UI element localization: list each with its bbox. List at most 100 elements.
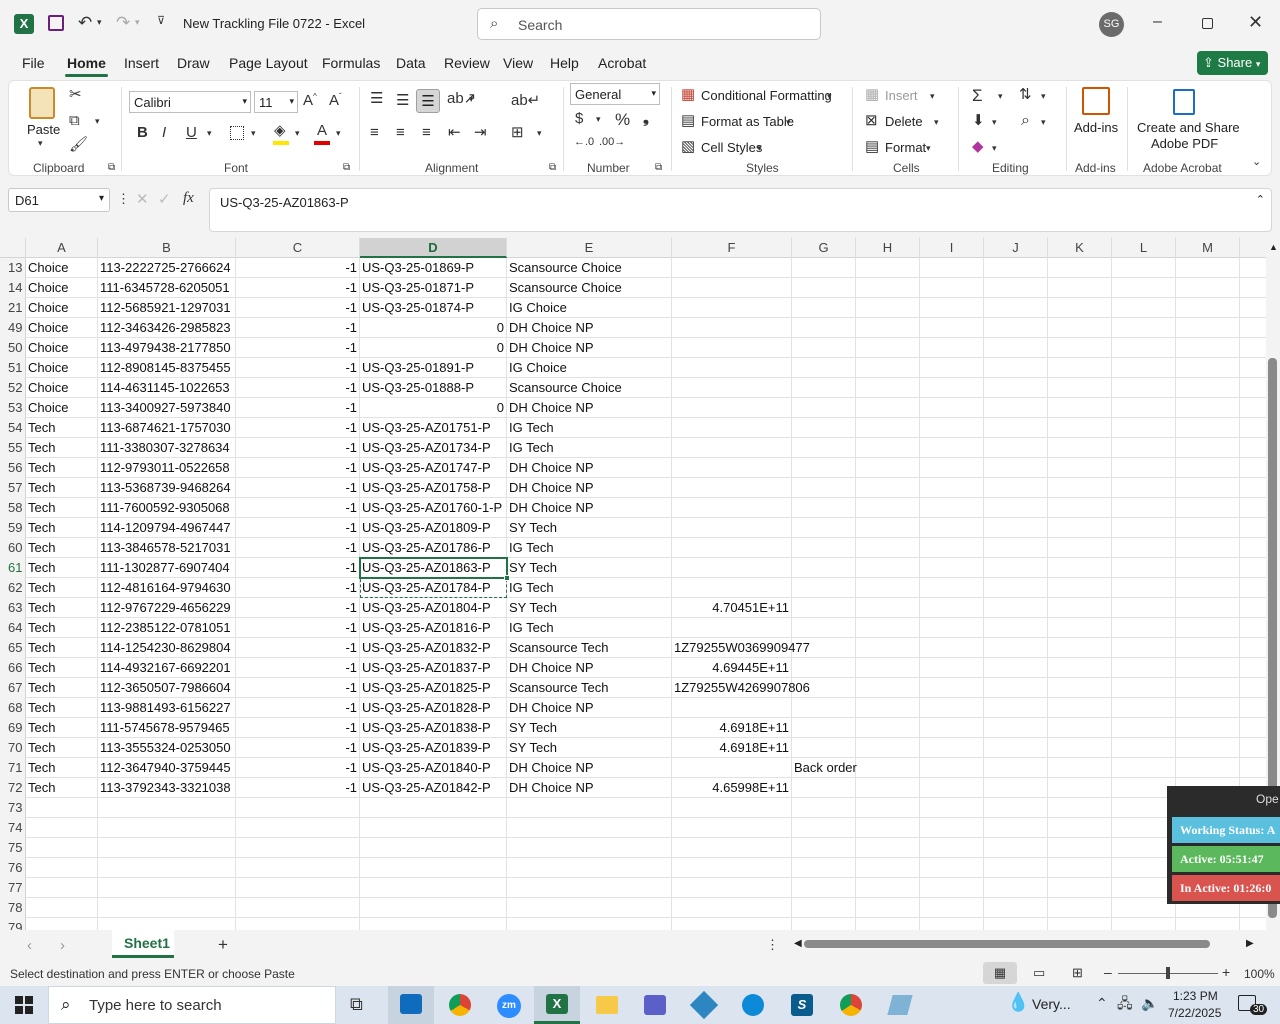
cell-d[interactable]: US-Q3-25-AZ01758-P [360, 478, 507, 498]
cell-b[interactable]: 113-9881493-6156227 [98, 698, 236, 718]
cell-c[interactable]: -1 [236, 278, 360, 298]
cell-empty[interactable] [1112, 678, 1176, 698]
cell-c[interactable]: -1 [236, 338, 360, 358]
cell-empty[interactable] [1048, 538, 1112, 558]
row-header[interactable]: 72 [0, 778, 26, 798]
column-header-h[interactable]: H [856, 238, 920, 258]
create-share-pdf-button[interactable]: Create and Share [1137, 120, 1240, 135]
cell-empty[interactable] [920, 638, 984, 658]
insert-function-icon[interactable]: fx [183, 191, 194, 206]
cell-a[interactable]: Tech [26, 758, 98, 778]
cell-a[interactable]: Tech [26, 558, 98, 578]
tab-page-layout[interactable]: Page Layout [229, 55, 308, 71]
cell-empty[interactable] [856, 538, 920, 558]
redo-icon[interactable]: ↷ [116, 14, 130, 31]
font-size-select[interactable]: 11 ▾ [254, 91, 298, 113]
zoom-slider[interactable] [1118, 967, 1218, 979]
cell-empty[interactable] [1176, 558, 1240, 578]
cell-e[interactable] [507, 878, 672, 898]
tab-formulas[interactable]: Formulas [322, 55, 380, 71]
windows-start-icon[interactable] [15, 996, 33, 1014]
paste-icon[interactable] [29, 87, 55, 119]
cell-c[interactable]: -1 [236, 378, 360, 398]
cell-a[interactable]: Tech [26, 538, 98, 558]
format-painter-icon[interactable]: 🖌 [69, 137, 88, 152]
find-select-icon[interactable]: ⌕ [1021, 113, 1030, 129]
cell-empty[interactable] [856, 578, 920, 598]
column-header-i[interactable]: I [920, 238, 984, 258]
cell-empty[interactable] [856, 898, 920, 918]
cell-d[interactable]: 0 [360, 398, 507, 418]
cell-empty[interactable] [1112, 518, 1176, 538]
cell-e[interactable]: SY Tech [507, 738, 672, 758]
cell-empty[interactable] [1048, 278, 1112, 298]
cell-e[interactable]: DH Choice NP [507, 398, 672, 418]
align-top-icon[interactable]: ☰ [370, 91, 383, 106]
cell-empty[interactable] [1048, 398, 1112, 418]
format-cells-button[interactable]: Format [885, 140, 926, 155]
cell-empty[interactable] [1112, 578, 1176, 598]
tab-insert[interactable]: Insert [124, 55, 159, 71]
cell-b[interactable]: 114-1254230-8629804 [98, 638, 236, 658]
cell-empty[interactable] [1048, 838, 1112, 858]
cell-f[interactable] [672, 558, 792, 578]
cell-empty[interactable] [920, 838, 984, 858]
select-all-corner[interactable] [0, 238, 26, 258]
row-header[interactable]: 66 [0, 658, 26, 678]
cell-empty[interactable] [1048, 638, 1112, 658]
more-options-icon[interactable]: ⋮ [766, 938, 779, 951]
cell-g[interactable] [792, 638, 856, 658]
cell-c[interactable]: -1 [236, 638, 360, 658]
cell-e[interactable]: DH Choice NP [507, 458, 672, 478]
cell-empty[interactable] [1176, 538, 1240, 558]
cell-empty[interactable] [984, 278, 1048, 298]
cell-empty[interactable] [856, 338, 920, 358]
cell-c[interactable] [236, 838, 360, 858]
cell-a[interactable]: Tech [26, 418, 98, 438]
cell-b[interactable]: 112-3463426-2985823 [98, 318, 236, 338]
cell-b[interactable]: 112-9767229-4656229 [98, 598, 236, 618]
cell-b[interactable]: 111-7600592-9305068 [98, 498, 236, 518]
network-icon[interactable]: 🖧 [1117, 996, 1133, 1010]
fill-color-dropdown-icon[interactable]: ▾ [295, 129, 300, 138]
cell-f[interactable] [672, 578, 792, 598]
cell-c[interactable]: -1 [236, 398, 360, 418]
cell-f[interactable] [672, 338, 792, 358]
delete-cells-icon[interactable]: ⊠ [865, 113, 878, 128]
cell-a[interactable]: Choice [26, 398, 98, 418]
row-header[interactable]: 53 [0, 398, 26, 418]
cell-a[interactable]: Choice [26, 318, 98, 338]
cell-f[interactable] [672, 458, 792, 478]
cell-f[interactable] [672, 798, 792, 818]
cell-empty[interactable] [920, 498, 984, 518]
tab-help[interactable]: Help [550, 55, 579, 71]
cell-empty[interactable] [1112, 478, 1176, 498]
cell-empty[interactable] [1048, 518, 1112, 538]
excel-taskbar-icon[interactable]: X [534, 986, 580, 1024]
cell-a[interactable]: Tech [26, 678, 98, 698]
cell-f[interactable] [672, 518, 792, 538]
conditional-formatting-button[interactable]: Conditional Formatting [701, 88, 832, 103]
cell-e[interactable]: DH Choice NP [507, 338, 672, 358]
cell-f[interactable] [672, 278, 792, 298]
align-bottom-icon[interactable]: ☰ [416, 89, 440, 113]
cell-empty[interactable] [984, 458, 1048, 478]
column-header-m[interactable]: M [1176, 238, 1240, 258]
font-color-dropdown-icon[interactable]: ▾ [336, 129, 341, 138]
cell-f[interactable] [672, 418, 792, 438]
cell-b[interactable]: 111-6345728-6205051 [98, 278, 236, 298]
add-sheet-icon[interactable]: + [218, 936, 228, 953]
cell-d[interactable] [360, 878, 507, 898]
cell-empty[interactable] [1176, 398, 1240, 418]
conditional-formatting-icon[interactable]: ▦ [681, 87, 695, 102]
cell-empty[interactable] [1048, 558, 1112, 578]
cell-empty[interactable] [1112, 618, 1176, 638]
percent-icon[interactable]: % [615, 111, 630, 128]
cell-empty[interactable] [920, 578, 984, 598]
cell-g[interactable] [792, 358, 856, 378]
cell-empty[interactable] [1112, 638, 1176, 658]
cell-empty[interactable] [1112, 458, 1176, 478]
cell-empty[interactable] [856, 398, 920, 418]
collapse-formula-icon[interactable]: ⌃ [1256, 193, 1265, 206]
cell-c[interactable]: -1 [236, 618, 360, 638]
